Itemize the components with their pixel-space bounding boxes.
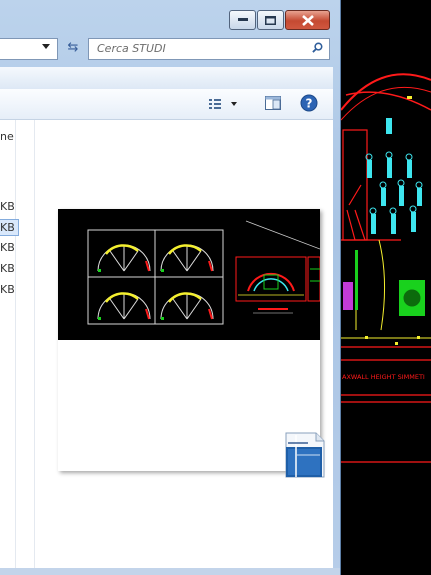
maximize-icon [265, 15, 276, 25]
explorer-window: ⇆ Cerca STUDI ? ne KB KB KB KB KB [0, 0, 341, 575]
file-size-cell-selected[interactable]: KB [0, 219, 19, 236]
autocad-file-icon [285, 432, 325, 478]
close-button[interactable] [285, 10, 330, 30]
drawing-thumbnail [58, 209, 320, 340]
file-size-cell[interactable]: KB [0, 262, 15, 275]
file-size-cell[interactable]: KB [0, 241, 15, 254]
refresh-icon[interactable]: ⇆ [63, 39, 83, 57]
view-options-icon[interactable] [209, 98, 237, 110]
menu-band [0, 67, 333, 90]
status-strip [0, 568, 340, 575]
file-size-cell[interactable]: KB [0, 283, 15, 296]
column-header-name[interactable]: ne [0, 130, 14, 143]
maximize-button[interactable] [257, 10, 284, 30]
address-dropdown-chevron-icon[interactable] [42, 44, 50, 49]
command-bar: ? [0, 89, 333, 120]
help-icon[interactable]: ? [300, 94, 318, 112]
search-icon[interactable] [312, 42, 323, 53]
file-preview-thumbnail[interactable] [58, 209, 320, 471]
address-field[interactable] [0, 38, 58, 60]
file-size-cell[interactable]: KB [0, 200, 15, 213]
svg-text:?: ? [306, 97, 313, 111]
navigation-bar: ⇆ Cerca STUDI [0, 37, 340, 61]
search-placeholder: Cerca STUDI [97, 42, 166, 55]
background-cad-drawing: AXWALL HEIGHT SIMMETI [341, 0, 431, 575]
search-input[interactable]: Cerca STUDI [88, 38, 330, 60]
close-icon [301, 14, 314, 26]
column-divider [15, 120, 16, 568]
minimize-icon [237, 18, 248, 21]
drawing-caption: AXWALL HEIGHT SIMMETI [342, 373, 425, 381]
minimize-button[interactable] [229, 10, 256, 30]
preview-pane-icon[interactable] [265, 96, 281, 110]
window-controls [229, 10, 330, 30]
column-divider [34, 120, 35, 568]
